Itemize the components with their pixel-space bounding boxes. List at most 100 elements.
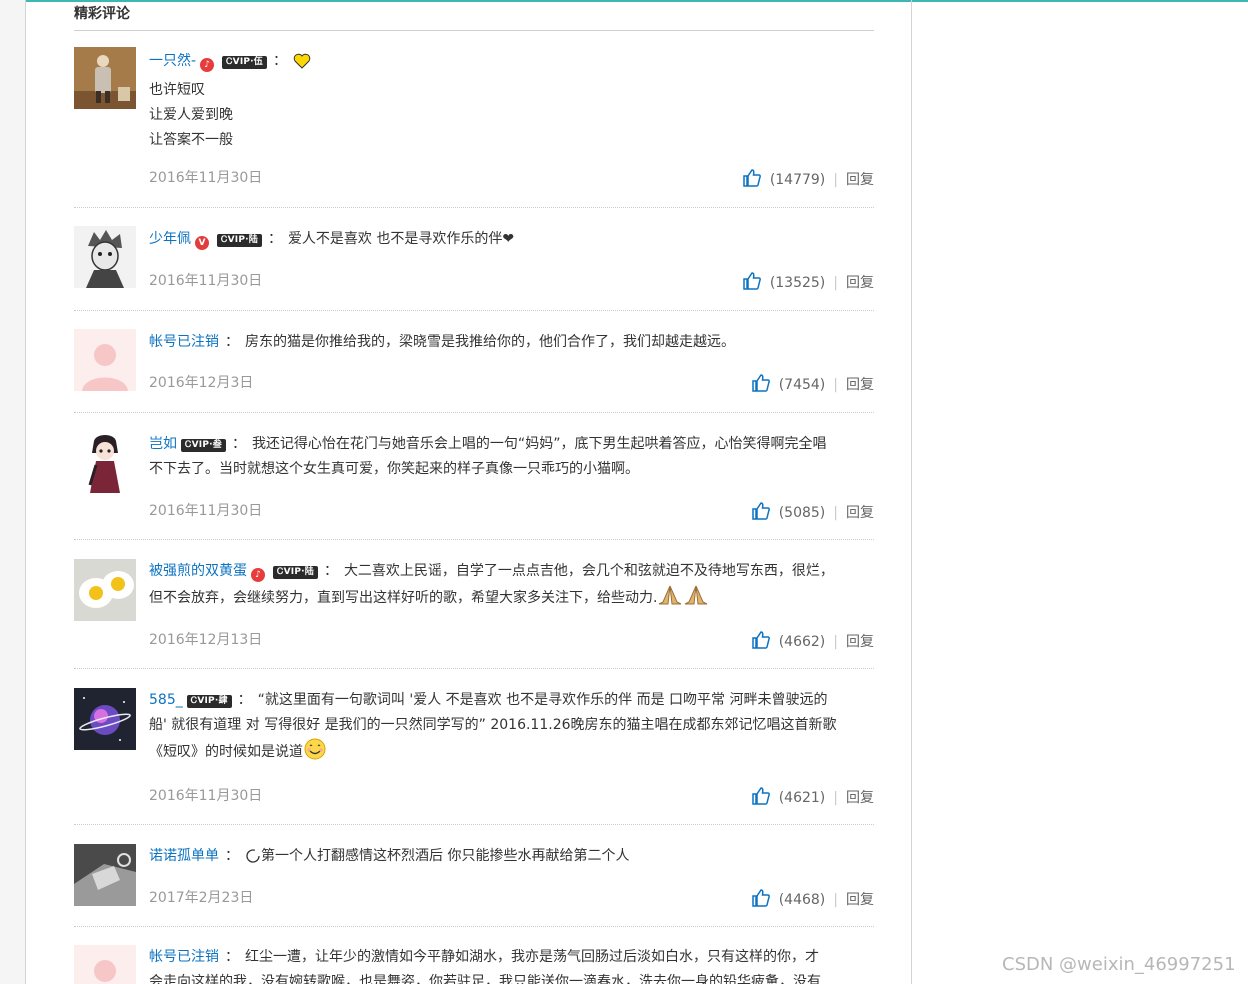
yellow-heart-icon bbox=[293, 53, 311, 78]
comment-text: 《短叹》的时候如是说道 bbox=[149, 744, 303, 760]
comment-line: 也许短叹 bbox=[149, 82, 205, 98]
verified-v-icon: V bbox=[195, 236, 209, 250]
username-link[interactable]: 诺诺孤单单 bbox=[149, 848, 219, 864]
comment-line: 帐号已注销 ： 红尘一遭，让年少的激情如今平静如湖水，我亦是荡气回肠过后淡如白水，只… bbox=[149, 945, 874, 970]
separator: | bbox=[833, 172, 838, 188]
like-count: (13525) bbox=[769, 275, 826, 291]
avatar[interactable] bbox=[74, 844, 136, 906]
praying-hands-icon bbox=[657, 584, 683, 615]
comment-actions: (13525) | 回复 bbox=[742, 271, 874, 291]
comment-line: 585_ ᏟVIP·肆 ： “就这里面有一句歌词叫 '爱人 不是喜欢 也不是寻欢作乐的… bbox=[149, 688, 874, 713]
separator: | bbox=[833, 275, 838, 291]
comment-line: 《短叹》的时候如是说道 bbox=[149, 738, 874, 769]
comment-item: 帐号已注销 ： 红尘一遭，让年少的激情如今平静如湖水，我亦是荡气回肠过后淡如白水，只… bbox=[74, 945, 874, 984]
username-link[interactable]: 帐号已注销 bbox=[149, 949, 219, 965]
comment-meta: 2016年11月30日 (4621) | 回复 bbox=[149, 786, 874, 806]
comment-actions: (5085) | 回复 bbox=[751, 501, 874, 521]
username-link[interactable]: 岂如 bbox=[149, 436, 177, 452]
comment-text: 但不会放弃，会继续努力，直到写出这样好听的歌，希望大家多关注下，给些动力. bbox=[149, 590, 658, 606]
thumbs-up-icon[interactable] bbox=[751, 373, 771, 399]
username-link[interactable]: 帐号已注销 bbox=[149, 334, 219, 350]
comment-date: 2016年11月30日 bbox=[149, 503, 263, 519]
right-panel bbox=[912, 2, 1248, 984]
like-count: (7454) bbox=[778, 377, 826, 393]
comment-content: 少年佩 V ᏟVIP·陆 ： 爱人不是喜欢 也不是寻欢作乐的伴❤ bbox=[149, 227, 874, 252]
reply-button[interactable]: 回复 bbox=[846, 275, 874, 291]
comment-line: 岂如 ᏟVIP·叁 ： 我还记得心怡在花门与她音乐会上唱的一句“妈妈”，底下男生起哄着… bbox=[149, 432, 874, 457]
username-link[interactable]: 585_ bbox=[149, 692, 183, 708]
comment-line: 被强煎的双黄蛋 ♪ ᏟVIP·陆 ： 大二喜欢上民谣，自学了一点点吉他，会几个和弦就迫不… bbox=[149, 559, 874, 584]
colon: ： bbox=[231, 436, 246, 452]
comment-date: 2016年11月30日 bbox=[149, 788, 263, 804]
vip-badge[interactable]: ᏟVIP·叁 bbox=[181, 439, 226, 452]
username-link[interactable]: 一只然- bbox=[149, 53, 196, 69]
vip-badge[interactable]: ᏟVIP·肆 bbox=[186, 695, 232, 708]
reply-button[interactable]: 回复 bbox=[846, 892, 874, 908]
comment-date: 2016年11月30日 bbox=[149, 170, 263, 186]
separator: | bbox=[833, 790, 838, 806]
reply-button[interactable]: 回复 bbox=[846, 634, 874, 650]
comment-content: 一只然- ♪ ᏟVIP·伍 ： 也许短叹 让爱人爱到晚 让答案不一般 bbox=[149, 49, 874, 153]
avatar[interactable] bbox=[74, 431, 136, 493]
like-count: (4621) bbox=[778, 790, 826, 806]
thumbs-up-icon[interactable] bbox=[751, 501, 771, 527]
comment-text: 爱人不是喜欢 也不是寻欢作乐的伴❤ bbox=[287, 231, 515, 247]
comment-actions: (4621) | 回复 bbox=[751, 786, 874, 806]
avatar[interactable] bbox=[74, 47, 136, 109]
comment-meta: 2017年2月23日 (4468) | 回复 bbox=[149, 888, 874, 908]
colon: ： bbox=[237, 692, 252, 708]
like-count: (14779) bbox=[769, 172, 826, 188]
colon: ： bbox=[273, 53, 287, 69]
username-link[interactable]: 少年佩 bbox=[149, 231, 191, 247]
like-count: (4662) bbox=[778, 634, 826, 650]
separator: | bbox=[833, 892, 838, 908]
comment-line: 少年佩 V ᏟVIP·陆 ： 爱人不是喜欢 也不是寻欢作乐的伴❤ bbox=[149, 227, 874, 252]
thumbs-up-icon[interactable] bbox=[751, 888, 771, 914]
thumbs-up-icon[interactable] bbox=[742, 271, 762, 297]
avatar[interactable] bbox=[74, 688, 136, 750]
reply-button[interactable]: 回复 bbox=[846, 790, 874, 806]
avatar[interactable] bbox=[74, 945, 136, 984]
avatar[interactable] bbox=[74, 329, 136, 391]
thumbs-up-icon[interactable] bbox=[751, 786, 771, 812]
left-rail bbox=[0, 0, 25, 984]
comment-text: 红尘一遭，让年少的激情如今平静如湖水，我亦是荡气回肠过后淡如白水，只有这样的你，… bbox=[245, 949, 819, 965]
thumbs-up-icon[interactable] bbox=[742, 168, 762, 194]
section-title: 精彩评论 bbox=[74, 4, 874, 31]
comment-line: 不下去了。当时就想这个女生真可爱，你笑起来的样子真像一只乖巧的小猫啊。 bbox=[149, 461, 639, 477]
comment-meta: 2016年12月13日 (4662) | 回复 bbox=[149, 630, 874, 650]
colon: ： bbox=[225, 334, 239, 350]
thumbs-up-icon[interactable] bbox=[751, 630, 771, 656]
comment-line: 让答案不一般 bbox=[149, 132, 233, 148]
separator: | bbox=[833, 377, 838, 393]
comment-item: 少年佩 V ᏟVIP·陆 ： 爱人不是喜欢 也不是寻欢作乐的伴❤ 2016年11月30日… bbox=[74, 226, 874, 311]
comment-item: 帐号已注销 ： 房东的猫是你推给我的，梁晓雪是我推给你的，他们合作了，我们却越走越远… bbox=[74, 329, 874, 413]
comment-text: “就这里面有一句歌词叫 '爱人 不是喜欢 也不是寻欢作乐的伴 而是 口吻平常 河… bbox=[257, 692, 828, 708]
music-badge-icon: ♪ bbox=[200, 58, 215, 72]
comment-content: 岂如 ᏟVIP·叁 ： 我还记得心怡在花门与她音乐会上唱的一句“妈妈”，底下男生起哄着… bbox=[149, 432, 874, 482]
colon: ： bbox=[267, 231, 282, 247]
vip-badge[interactable]: ᏟVIP·陆 bbox=[273, 566, 318, 579]
colon: ： bbox=[225, 949, 239, 965]
reply-button[interactable]: 回复 bbox=[846, 172, 874, 188]
username-link[interactable]: 被强煎的双黄蛋 bbox=[149, 563, 247, 579]
vip-badge[interactable]: ᏟVIP·陆 bbox=[217, 234, 262, 247]
colon: ： bbox=[225, 848, 239, 864]
comment-item: 一只然- ♪ ᏟVIP·伍 ： 也许短叹 让爱人爱到晚 让答案不一般 2016年11月… bbox=[74, 47, 874, 208]
avatar[interactable] bbox=[74, 559, 136, 621]
separator: | bbox=[833, 505, 838, 521]
avatar[interactable] bbox=[74, 226, 136, 288]
comment-text: 大二喜欢上民谣，自学了一点点吉他，会几个和弦就迫不及待地写东西，很烂， bbox=[343, 563, 834, 579]
vip-badge[interactable]: ᏟVIP·伍 bbox=[222, 56, 267, 69]
reply-button[interactable]: 回复 bbox=[846, 377, 874, 393]
comment-line: 但不会放弃，会继续努力，直到写出这样好听的歌，希望大家多关注下，给些动力. bbox=[149, 584, 874, 615]
comment-item: 诺诺孤单单 ： 第一个人打翻感情这杯烈酒后 你只能掺些水再献给第二个人 2017年2… bbox=[74, 844, 874, 927]
comment-meta: 2016年11月30日 (5085) | 回复 bbox=[149, 501, 874, 521]
comment-date: 2016年12月3日 bbox=[149, 375, 254, 391]
comment-text: 第一个人打翻感情这杯烈酒后 你只能掺些水再献给第二个人 bbox=[261, 848, 630, 864]
comment-actions: (14779) | 回复 bbox=[742, 168, 874, 188]
comment-line: 帐号已注销 ： 房东的猫是你推给我的，梁晓雪是我推给你的，他们合作了，我们却越走越远… bbox=[149, 330, 874, 355]
comment-content: 585_ ᏟVIP·肆 ： “就这里面有一句歌词叫 '爱人 不是喜欢 也不是寻欢作乐的… bbox=[149, 688, 874, 769]
reply-button[interactable]: 回复 bbox=[846, 505, 874, 521]
comment-line: 船' 就很有道理 对 写得很好 是我们的一只然同学写的” 2016.11.26晚… bbox=[149, 717, 837, 733]
